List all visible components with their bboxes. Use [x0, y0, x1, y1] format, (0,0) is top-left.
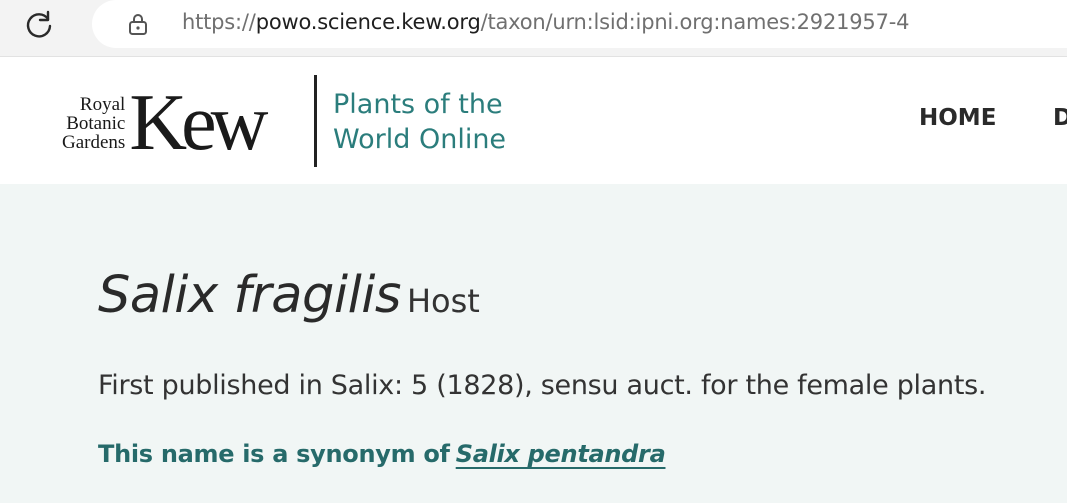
- site-header: Royal Botanic Gardens Kew Plants of the …: [0, 57, 1067, 184]
- url-text[interactable]: https://powo.science.kew.org/taxon/urn:l…: [182, 10, 910, 34]
- kew-logo-small-text: Royal Botanic Gardens: [62, 95, 125, 152]
- publication-info: First published in Salix: 5 (1828), sens…: [98, 370, 987, 401]
- reload-icon: [26, 10, 52, 38]
- synonym-prefix: This name is a synonym of: [98, 440, 450, 468]
- kew-logo-gardens: Gardens: [62, 131, 126, 153]
- reload-button[interactable]: [22, 8, 56, 42]
- taxon-rank: Host: [406, 282, 480, 320]
- nav-next-link[interactable]: D: [1053, 105, 1067, 131]
- kew-logo-royal: Royal: [79, 93, 126, 115]
- site-name-line2: World Online: [333, 124, 507, 155]
- kew-logo-wordmark: Kew: [129, 79, 268, 167]
- synonym-accepted-name-link[interactable]: Salix pentandra: [456, 440, 666, 468]
- site-name-line1: Plants of the: [333, 89, 503, 120]
- kew-logo-botanic: Botanic: [66, 112, 126, 134]
- logo-divider: [314, 75, 317, 167]
- url-prefix: https://: [182, 10, 256, 34]
- site-name[interactable]: Plants of the World Online: [333, 87, 506, 157]
- url-domain: powo.science.kew.org: [255, 10, 481, 34]
- nav-home-link[interactable]: HOME: [919, 105, 996, 131]
- synonym-statement: This name is a synonym of Salix pentandra: [98, 440, 666, 468]
- kew-logo[interactable]: Royal Botanic Gardens Kew: [62, 79, 268, 167]
- taxon-name: Salix fragilis: [98, 266, 401, 325]
- url-path: /taxon/urn:lsid:ipni.org:names:2921957-4: [480, 10, 910, 34]
- page-title: Salix fragilis Host: [98, 266, 480, 325]
- lock-icon[interactable]: [126, 12, 150, 36]
- address-bar[interactable]: https://powo.science.kew.org/taxon/urn:l…: [92, 0, 1067, 48]
- browser-toolbar: https://powo.science.kew.org/taxon/urn:l…: [0, 0, 1067, 57]
